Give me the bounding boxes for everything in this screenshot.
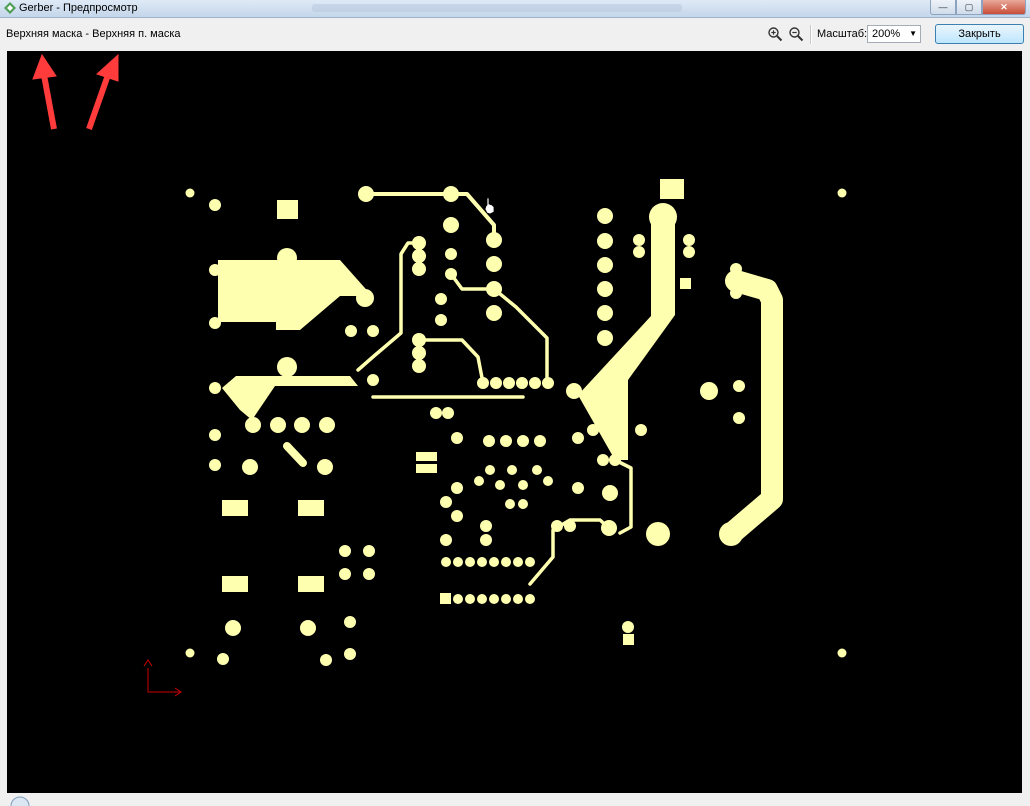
- toolbar: Верхняя маска - Верхняя п. маска Масштаб…: [0, 18, 1030, 48]
- pcb-layer-drawing: [32, 53, 847, 697]
- zoom-in-icon[interactable]: [767, 26, 783, 42]
- scale-select[interactable]: 200% ▼: [867, 25, 921, 43]
- zoom-out-icon[interactable]: [788, 26, 804, 42]
- layer-label: Верхняя маска - Верхняя п. маска: [6, 28, 181, 40]
- copper-pads: [185, 179, 847, 666]
- blurred-path: [312, 4, 682, 12]
- toolbar-separator: [810, 25, 812, 44]
- title-bar: Gerber - Предпросмотр — ▢ ✕: [0, 0, 1030, 18]
- window-close-button[interactable]: ✕: [982, 0, 1026, 15]
- scale-label: Масштаб:: [817, 28, 868, 40]
- maximize-button[interactable]: ▢: [956, 0, 982, 15]
- red-arrow-icon: [32, 53, 119, 130]
- window-title: Gerber - Предпросмотр: [19, 2, 138, 14]
- minimize-button[interactable]: —: [930, 0, 956, 15]
- status-icon: [10, 796, 30, 806]
- copper-traces: [283, 192, 783, 586]
- window-controls: — ▢ ✕: [930, 0, 1026, 15]
- hand-cursor-icon: [484, 197, 495, 215]
- gerber-app-icon: [4, 2, 16, 14]
- close-button[interactable]: Закрыть: [935, 24, 1024, 44]
- chevron-down-icon: ▼: [909, 29, 917, 38]
- scale-value: 200%: [872, 28, 901, 40]
- gerber-preview-canvas[interactable]: [7, 51, 1022, 793]
- origin-marker-icon: [143, 659, 182, 697]
